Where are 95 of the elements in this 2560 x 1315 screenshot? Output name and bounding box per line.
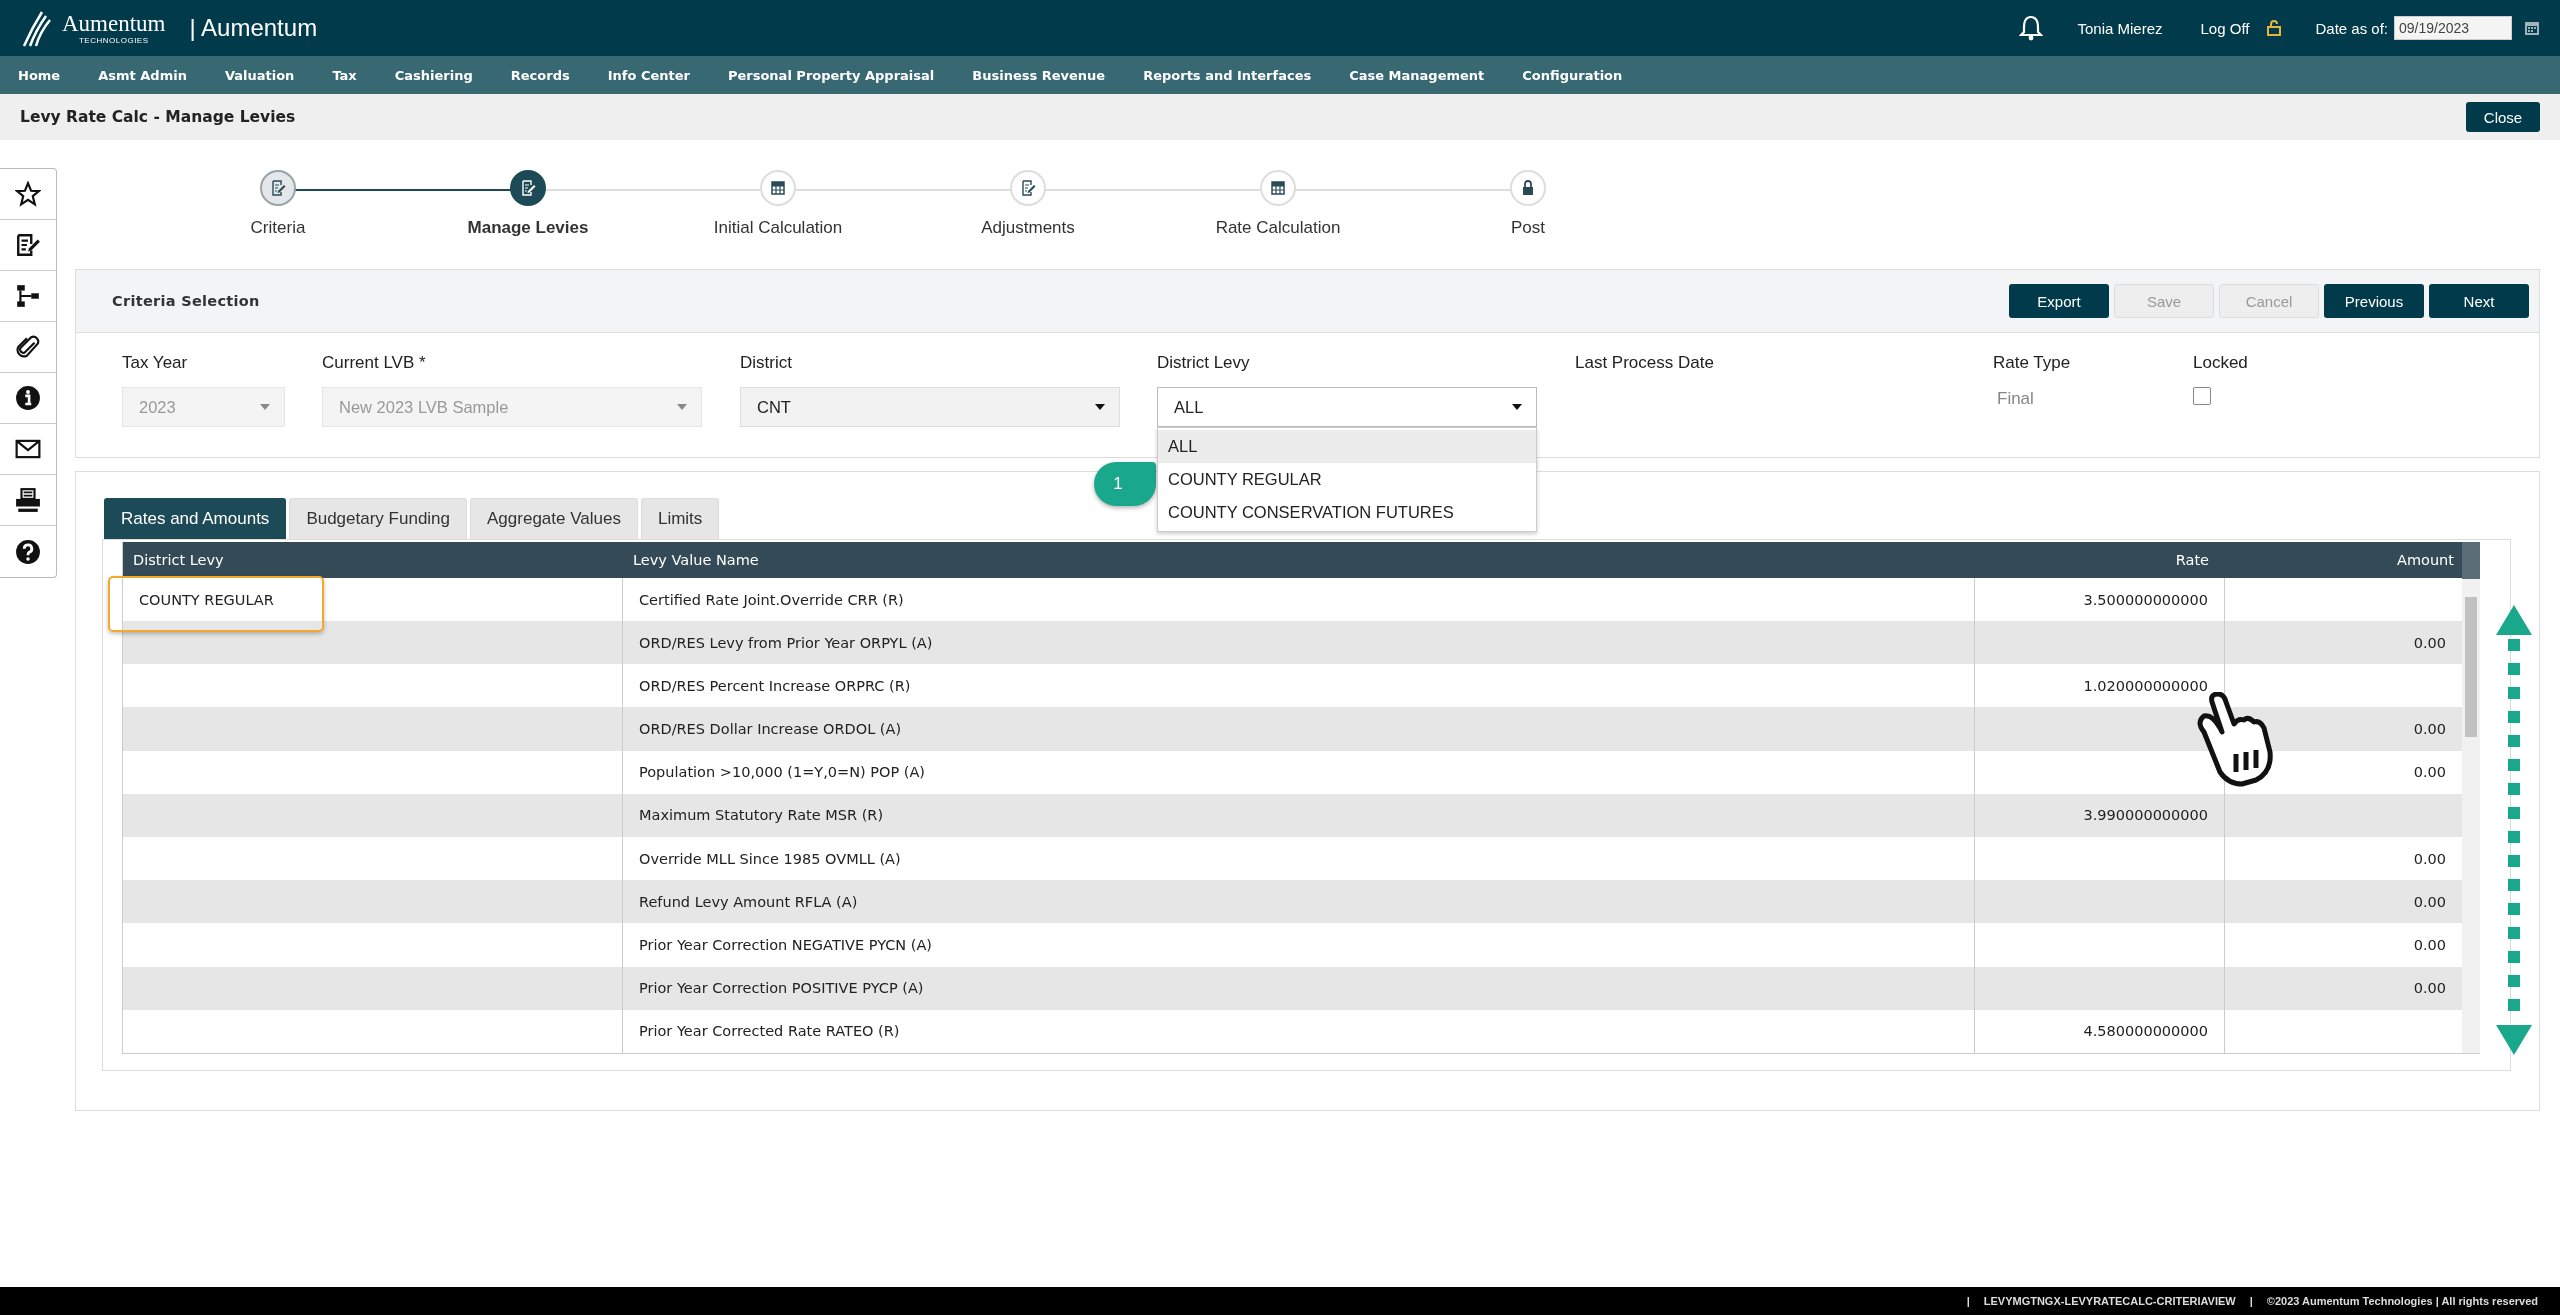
footer-text: ©2023 Aumentum Technologies | All rights reserved: [2266, 1295, 2538, 1307]
table-cell-text: 0.00: [2412, 763, 2447, 783]
info-icon: [15, 385, 41, 411]
table-cell-text: 0.00: [2412, 720, 2447, 740]
help-icon: [15, 538, 41, 565]
footer-separator: |: [1966, 1295, 1970, 1307]
field-label: Rate Type: [1993, 353, 2072, 374]
caret-icon: [1512, 404, 1522, 410]
star-icon: [15, 181, 41, 207]
step-label: Rate Calculation: [1215, 218, 1341, 238]
scrollbar-header: [2462, 542, 2480, 579]
step-label: Criteria: [250, 218, 306, 238]
action-button[interactable]: Previous: [2324, 284, 2424, 318]
page-title: Levy Rate Calc - Manage Levies: [20, 108, 296, 126]
dropdown[interactable]: ALL: [1157, 387, 1537, 427]
field-value: Final: [1996, 389, 2035, 409]
date-label: Date as of:: [2315, 19, 2388, 37]
table-cell: ORD/RES Dollar Increase ORDOL (A): [623, 707, 1975, 751]
menu-item[interactable]: Asmt Admin: [98, 67, 187, 83]
table-cell: Maximum Statutory Rate MSR (R): [623, 793, 1975, 838]
table-cell: Prior Year Correction NEGATIVE PYCN (A): [623, 923, 1975, 967]
table-cell-text: 0.00: [2412, 849, 2447, 869]
field-label: Last Process Date: [1575, 353, 1715, 374]
menu-item[interactable]: Info Center: [607, 67, 690, 83]
action-button[interactable]: Next: [2429, 284, 2529, 318]
step-label: Manage Levies: [467, 218, 589, 238]
menu-item[interactable]: Business Revenue: [972, 67, 1106, 83]
menu-item[interactable]: Personal Property Appraisal: [727, 67, 935, 83]
footer-text: LEVYMGTNGX-LEVYRATECALC-CRITERIAVIEW: [1983, 1295, 2236, 1307]
column-header[interactable]: Rate: [1975, 542, 2225, 578]
step-label: Adjustments: [981, 218, 1075, 238]
checkbox[interactable]: [2193, 387, 2211, 405]
menu-item[interactable]: Valuation: [224, 67, 295, 83]
close-button[interactable]: Close: [2466, 102, 2540, 132]
table-cell-text: 0.00: [2412, 936, 2447, 955]
table-cell: Prior Year Corrected Rate RATEO (R): [623, 1009, 1975, 1053]
caret-icon: [677, 404, 687, 410]
menu-item[interactable]: Reports and Interfaces: [1143, 67, 1312, 83]
note-edit-icon: [15, 232, 41, 258]
caret-icon: [260, 404, 270, 410]
caret-icon: [1095, 404, 1105, 410]
menu-item[interactable]: Configuration: [1522, 67, 1623, 83]
tab[interactable]: Limits: [640, 498, 720, 539]
table-cell-text: 0.00: [2412, 979, 2447, 999]
dropdown-option[interactable]: ALL: [1158, 430, 1536, 463]
table-cell: 3.990000000000: [1975, 793, 2225, 838]
field-label: District: [740, 353, 793, 374]
user-name[interactable]: Tonia Mierez: [2077, 19, 2163, 37]
logo-subtext: TECHNOLOGIES: [78, 36, 149, 45]
table-cell-text: 0.00: [2412, 633, 2447, 653]
hierarchy-icon: [15, 283, 41, 309]
step-label: Post: [1511, 218, 1545, 238]
step-circle[interactable]: [260, 170, 296, 206]
calendar-icon[interactable]: [2524, 20, 2540, 36]
field-label: Tax Year: [122, 353, 189, 374]
field-label: District Levy: [1157, 353, 1251, 374]
table-cell: Refund Levy Amount RFLA (A): [623, 880, 1975, 924]
table-cell: 4.580000000000: [1975, 1009, 2225, 1053]
scrollbar[interactable]: [2462, 542, 2480, 1054]
logoff-link[interactable]: Log Off: [2200, 19, 2250, 37]
table-cell: Prior Year Correction POSITIVE PYCP (A): [623, 966, 1975, 1010]
menu-item[interactable]: Tax: [332, 67, 357, 83]
bell-icon[interactable]: [2019, 15, 2044, 41]
printer-icon: [15, 487, 41, 513]
menu-item[interactable]: Records: [510, 67, 570, 83]
tab[interactable]: Aggregate Values: [470, 498, 638, 539]
column-header[interactable]: District Levy: [123, 542, 623, 578]
menu-item[interactable]: Home: [18, 67, 61, 83]
table-cell: Population >10,000 (1=Y,0=N) POP (A): [623, 750, 1975, 794]
menu-item[interactable]: Cashiering: [394, 67, 473, 83]
field-label: Locked: [2193, 353, 2249, 374]
callout-badge: 1: [1094, 462, 1156, 506]
table-cell: ORD/RES Levy from Prior Year ORPYL (A): [623, 621, 1975, 665]
scrollbar-thumb[interactable]: [2465, 597, 2477, 737]
dropdown-option[interactable]: COUNTY REGULAR: [1158, 463, 1536, 496]
action-button[interactable]: Export: [2009, 284, 2109, 318]
field-label: Current LVB *: [322, 353, 427, 374]
app-name: | Aumentum: [189, 14, 318, 42]
tab[interactable]: Rates and Amounts: [104, 498, 287, 539]
dropdown[interactable]: CNT: [740, 387, 1120, 427]
lock-icon: [2267, 20, 2282, 36]
date-field[interactable]: 09/19/2023: [2394, 16, 2512, 40]
column-header[interactable]: Levy Value Name: [623, 542, 1975, 578]
double-arrow-icon: [2494, 605, 2534, 1055]
step-label: Initial Calculation: [713, 218, 843, 238]
logo-text: Aumentum: [62, 11, 166, 35]
table-cell-text: 0.00: [2412, 892, 2447, 912]
step-circle[interactable]: [510, 170, 546, 206]
panel-title: Criteria Selection: [112, 293, 260, 309]
footer-separator: |: [2249, 1295, 2253, 1307]
dropdown-option[interactable]: COUNTY CONSERVATION FUTURES: [1158, 496, 1536, 529]
tab[interactable]: Budgetary Funding: [289, 498, 468, 539]
menu-item[interactable]: Case Management: [1349, 67, 1485, 83]
column-header[interactable]: Amount: [2225, 542, 2462, 578]
paperclip-icon: [15, 334, 41, 360]
